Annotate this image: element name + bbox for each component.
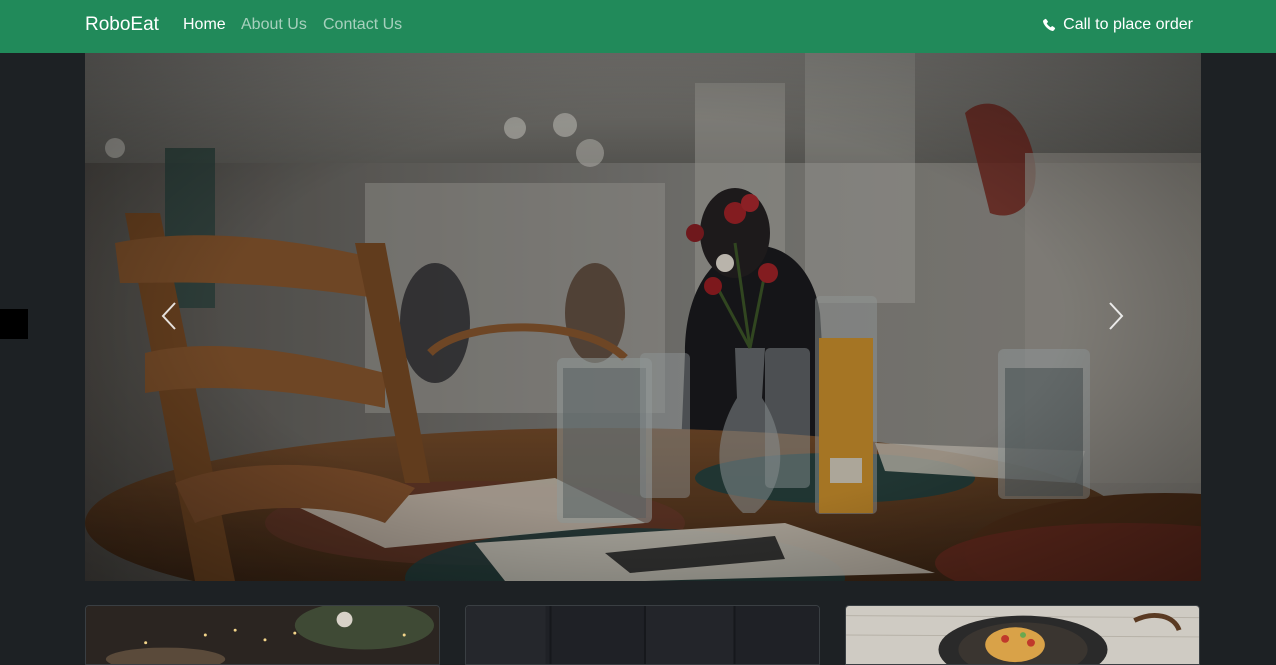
menu-card[interactable] xyxy=(845,605,1200,665)
restaurant-table-photo xyxy=(85,53,1201,581)
carousel-next-button[interactable] xyxy=(1101,298,1131,338)
menu-card[interactable] xyxy=(465,605,820,665)
food-plate-photo xyxy=(846,606,1199,664)
nav-contact-us[interactable]: Contact Us xyxy=(323,16,402,34)
nav-home[interactable]: Home xyxy=(183,16,226,34)
phone-icon xyxy=(1042,18,1056,32)
nav-about-us[interactable]: About Us xyxy=(241,16,307,34)
carousel-prev-button[interactable] xyxy=(154,298,184,338)
call-label: Call to place order xyxy=(1063,16,1193,33)
chevron-left-icon xyxy=(160,301,178,336)
festive-food-photo xyxy=(86,606,439,664)
menu-card[interactable] xyxy=(85,605,440,665)
dark-wood-photo xyxy=(466,606,819,664)
navbar: RoboEat Home About Us Contact Us Call to… xyxy=(0,0,1276,53)
brand-logo[interactable]: RoboEat xyxy=(85,14,159,36)
side-block xyxy=(0,309,28,339)
hero-carousel xyxy=(85,53,1201,581)
chevron-right-icon xyxy=(1107,301,1125,336)
call-to-order-link[interactable]: Call to place order xyxy=(1042,16,1193,34)
